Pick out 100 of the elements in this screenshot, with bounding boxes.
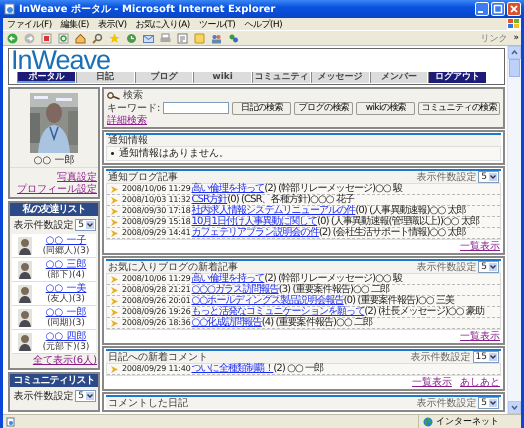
page-icon	[4, 3, 16, 15]
menu-item[interactable]: お気に入り(A)	[136, 18, 190, 30]
entry-info: (2) (幹部リレーメッセージ)○○ 駿	[264, 274, 402, 284]
nav-tab[interactable]: メンバー	[370, 72, 428, 83]
entry-link[interactable]: カフェテリアプラン説明会の件	[192, 228, 319, 238]
menu-item[interactable]: 表示(V)	[98, 18, 127, 30]
forward-icon[interactable]	[24, 32, 35, 44]
keyword-label: キーワード:	[107, 102, 160, 114]
entry-date: 2008/09/26 18:36	[122, 318, 191, 328]
messenger-icon[interactable]	[228, 32, 239, 44]
history-icon[interactable]	[126, 32, 137, 44]
section-link[interactable]: 一覧表示	[460, 241, 500, 252]
notice-text: 通知情報はありません。	[119, 148, 229, 159]
entry-info: (2) (幹部リレーメッセージ)○○ 駿	[264, 184, 402, 194]
friend-link[interactable]: ○○ 一美	[46, 283, 86, 294]
count-label: 表示件数設定	[416, 398, 476, 408]
count-label: 表示件数設定	[416, 172, 476, 182]
menu-item[interactable]: ファイル(F)	[7, 18, 52, 30]
toolbar-chevron[interactable]: »	[513, 33, 521, 43]
menu-item[interactable]: 編集(E)	[60, 18, 89, 30]
entry-link[interactable]: 社内求人情報システムリニューアルの件	[192, 206, 356, 216]
refresh-icon[interactable]	[58, 32, 69, 44]
panel-title: 私の友達リスト	[10, 203, 98, 216]
menu-item[interactable]: ヘルプ(H)	[244, 18, 282, 30]
entry-link[interactable]: もっと活発なコミュニケーションを願って	[192, 307, 364, 317]
nav-tab[interactable]: wiki	[193, 72, 251, 83]
nav-tab[interactable]: コミュニティ	[252, 72, 310, 83]
home-icon[interactable]	[75, 32, 86, 44]
star-icon[interactable]	[109, 32, 120, 44]
section-link[interactable]: あしあと	[460, 377, 500, 388]
show-all-link[interactable]: 全て表示(6人)	[32, 355, 97, 367]
entry-link[interactable]: ○○化成訪問報告	[192, 318, 262, 328]
count-select[interactable]: 5	[478, 171, 499, 183]
friend-link[interactable]: ○○ 三郎	[46, 259, 86, 270]
section-link[interactable]: 一覧表示	[412, 377, 452, 388]
entry-link[interactable]: ついに全種類制覇！	[192, 364, 274, 374]
profile-link[interactable]: プロフィール設定	[17, 184, 97, 196]
entry-link[interactable]: ○○○ガラス訪問報告	[192, 285, 279, 295]
nav-tab[interactable]: メッセージ	[310, 72, 368, 83]
print-icon[interactable]	[160, 32, 171, 44]
entry-date: 2008/09/29 15:18	[122, 217, 191, 227]
maximize-icon[interactable]	[491, 2, 505, 16]
logout-tab[interactable]: ログアウト	[428, 72, 486, 83]
search-title: 検索	[123, 90, 143, 101]
nav-tab[interactable]: ポータル	[17, 72, 75, 83]
globe-icon	[423, 416, 433, 426]
search-button[interactable]: コミュニティの検索	[418, 102, 500, 114]
scrollbar[interactable]	[507, 46, 521, 414]
count-select[interactable]: 5	[478, 397, 499, 409]
count-select[interactable]: 5	[75, 390, 96, 402]
entry-date: 2008/10/06 11:29	[122, 184, 191, 194]
scroll-down-icon[interactable]	[510, 403, 519, 412]
count-select[interactable]: 5	[478, 261, 499, 273]
status-zone: インターネット	[436, 416, 499, 428]
nav-tab[interactable]: ブログ	[134, 72, 192, 83]
section-title: 通知ブログ記事	[108, 172, 178, 182]
avatar	[18, 332, 32, 350]
count-select[interactable]: 5	[75, 219, 96, 231]
entry-info: (2) (会社生活サポート情報)○○ 太郎	[318, 228, 466, 238]
menu-item[interactable]: ツール(T)	[198, 18, 236, 30]
search-button[interactable]: 日記の検索	[232, 102, 292, 114]
caret-icon	[489, 173, 497, 181]
search-button[interactable]: wikiの検索	[356, 102, 416, 114]
friend-relation: (部下)(4)	[47, 270, 85, 280]
advanced-search-link[interactable]: 詳細検索	[107, 115, 147, 126]
search-button[interactable]: ブログの検索	[294, 102, 354, 114]
profile-link[interactable]: 写真設定	[57, 172, 97, 184]
minimize-icon[interactable]	[475, 2, 489, 16]
keyword-field[interactable]	[163, 102, 230, 114]
close-icon[interactable]	[507, 2, 521, 16]
scroll-up-icon[interactable]	[510, 48, 519, 57]
avatar	[18, 260, 32, 278]
logo[interactable]: InWeave	[11, 50, 492, 71]
entry-link[interactable]: ○○ホールディングス製品説明会報告	[192, 296, 344, 306]
count-select[interactable]: 15	[472, 351, 499, 363]
scroll-thumb[interactable]	[509, 59, 520, 77]
note-icon[interactable]	[194, 32, 205, 44]
entry-link[interactable]: 10月1日付け人事異動に関して	[192, 217, 318, 227]
entry-date: 2008/09/29 14:41	[122, 228, 191, 238]
stop-icon[interactable]	[41, 32, 52, 44]
friend-link[interactable]: ○○ 四郎	[46, 331, 86, 342]
search-icon	[107, 92, 120, 100]
mail-icon[interactable]	[143, 32, 154, 44]
links-label[interactable]: リンク	[480, 32, 508, 44]
section-link[interactable]: 一覧表示	[460, 331, 500, 342]
back-icon[interactable]	[7, 32, 18, 44]
window-title: InWeave ポータル - Microsoft Internet Explorer	[19, 3, 276, 16]
entry-date: 2008/09/30 17:18	[122, 206, 191, 216]
search-icon[interactable]	[92, 32, 103, 44]
edit-icon[interactable]	[177, 32, 188, 44]
bullet-icon	[111, 152, 114, 155]
entry-link[interactable]: CSR方針	[192, 195, 228, 205]
people-icon[interactable]	[211, 32, 222, 44]
friend-relation: (元部下)(3)	[42, 342, 90, 352]
friend-link[interactable]: ○○ 一郎	[46, 307, 86, 318]
friend-link[interactable]: ○○ 一子	[46, 235, 86, 246]
caret-icon	[86, 221, 94, 229]
nav-tab[interactable]: 日記	[76, 72, 134, 83]
entry-link[interactable]: 高い倫理を持って	[192, 184, 264, 194]
entry-date: 2008/09/26 19:26	[122, 307, 191, 317]
